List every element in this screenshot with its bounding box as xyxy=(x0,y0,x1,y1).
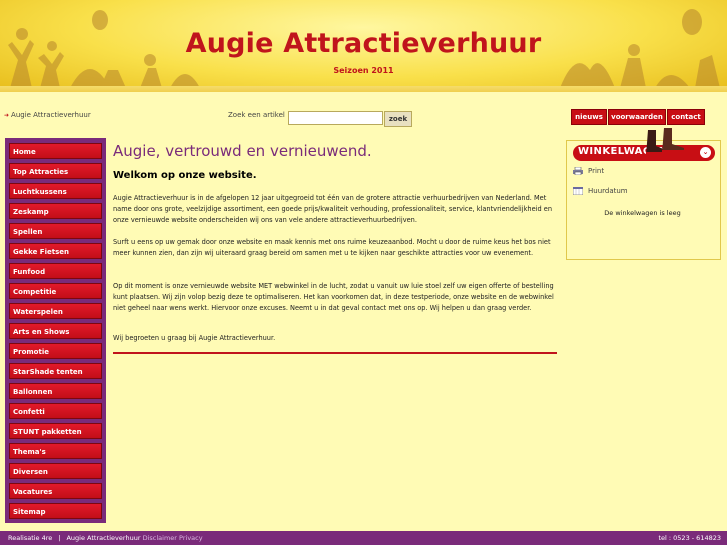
nav-item-stunt-pakketten[interactable]: STUNT pakketten xyxy=(9,423,102,439)
contact-button[interactable]: contact xyxy=(667,109,705,125)
calendar-icon[interactable] xyxy=(573,187,583,195)
page-title: Augie, vertrouwd en vernieuwend. xyxy=(113,142,372,160)
nav-item-promotie[interactable]: Promotie xyxy=(9,343,102,359)
site-title[interactable]: Augie Attractieverhuur xyxy=(0,28,727,59)
nav-item-luchtkussens[interactable]: Luchtkussens xyxy=(9,183,102,199)
intro-paragraph-1: Augie Attractieverhuur is in de afgelope… xyxy=(113,194,552,224)
news-button[interactable]: nieuws xyxy=(571,109,607,125)
hire-date-link[interactable]: Huurdatum xyxy=(588,187,628,195)
page-subtitle: Welkom op onze website. xyxy=(113,170,257,181)
intro-paragraph-3: Op dit moment is onze vernieuwde website… xyxy=(113,282,554,312)
nav-item-themas[interactable]: Thema's xyxy=(9,443,102,459)
breadcrumb-label: Augie Attractieverhuur xyxy=(11,111,91,119)
footer-phone: tel : 0523 - 614823 xyxy=(658,534,721,542)
cart-toggle-icon[interactable]: ⌄ xyxy=(700,147,711,158)
nav-item-home[interactable]: Home xyxy=(9,143,102,159)
footer-credit[interactable]: Realisatie 4re xyxy=(8,534,52,542)
nav-item-ballonnen[interactable]: Ballonnen xyxy=(9,383,102,399)
site-footer: Realisatie 4re | Augie Attractieverhuur Di… xyxy=(0,531,727,545)
footer-site-name: Augie Attractieverhuur xyxy=(66,534,141,542)
site-header: Augie Attractieverhuur Seizoen 2011 xyxy=(0,0,727,92)
intro-paragraph-4: Wij begroeten u graag bij Augie Attracti… xyxy=(113,334,276,342)
nav-item-diversen[interactable]: Diversen xyxy=(9,463,102,479)
breadcrumb-arrow-icon: ➜ xyxy=(4,112,10,119)
nav-item-vacatures[interactable]: Vacatures xyxy=(9,483,102,499)
print-icon[interactable] xyxy=(573,167,583,175)
nav-item-starshade-tenten[interactable]: StarShade tenten xyxy=(9,363,102,379)
nav-item-competitie[interactable]: Competitie xyxy=(9,283,102,299)
nav-item-arts-en-shows[interactable]: Arts en Shows xyxy=(9,323,102,339)
boots-icon xyxy=(646,128,684,156)
nav-item-top-attracties[interactable]: Top Attracties xyxy=(9,163,102,179)
print-link[interactable]: Print xyxy=(588,167,604,175)
cart-empty-message: De winkelwagen is leeg xyxy=(604,209,681,217)
nav-item-gekke-fietsen[interactable]: Gekke Fietsen xyxy=(9,243,102,259)
nav-item-zeskamp[interactable]: Zeskamp xyxy=(9,203,102,219)
disclaimer-link[interactable]: Disclaimer xyxy=(143,534,177,542)
search-button[interactable]: zoek xyxy=(384,111,412,127)
search-label: Zoek een artikel xyxy=(228,111,285,119)
nav-item-sitemap[interactable]: Sitemap xyxy=(9,503,102,519)
intro-paragraph-2: Surft u eens op uw gemak door onze websi… xyxy=(113,238,551,257)
footer-separator: | xyxy=(58,534,61,542)
search-input[interactable] xyxy=(288,111,383,125)
terms-button[interactable]: voorwaarden xyxy=(608,109,666,125)
breadcrumb[interactable]: ➜ Augie Attractieverhuur xyxy=(4,111,91,119)
nav-item-spellen[interactable]: Spellen xyxy=(9,223,102,239)
content-divider xyxy=(113,352,557,354)
nav-item-funfood[interactable]: Funfood xyxy=(9,263,102,279)
nav-item-waterspelen[interactable]: Waterspelen xyxy=(9,303,102,319)
nav-item-confetti[interactable]: Confetti xyxy=(9,403,102,419)
privacy-link[interactable]: Privacy xyxy=(179,534,203,542)
season-label: Seizoen 2011 xyxy=(333,66,394,75)
